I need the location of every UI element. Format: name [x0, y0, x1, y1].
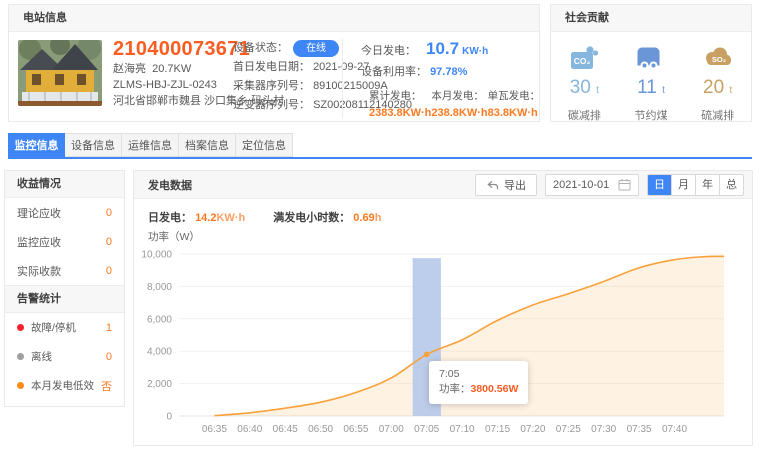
svg-text:0: 0	[166, 412, 172, 423]
offline-dot-icon	[17, 353, 24, 360]
svg-text:CO₂: CO₂	[574, 56, 591, 66]
date-picker[interactable]: 2021-10-01	[545, 174, 639, 196]
power-area-chart[interactable]: 0 2,000 4,000 6,000 8,000 10,000 06:35 06:40 06:…	[142, 241, 746, 441]
so2-reduction-item: SO₂ 20 t 硫减排	[687, 41, 749, 123]
calendar-icon	[618, 178, 631, 191]
co2-value: 30 t	[553, 78, 615, 101]
export-button[interactable]: 导出	[475, 174, 537, 196]
chart-panel-title: 发电数据	[148, 177, 475, 193]
svg-text:07:00: 07:00	[379, 424, 404, 435]
offline-row: 离线 0	[5, 342, 124, 371]
fault-shutdown-row: 故障/停机 1	[5, 313, 124, 342]
low-efficiency-row: 本月发电低效 否	[5, 371, 124, 400]
social-contribution-panel: 社会贡献 CO₂ 30 t 碳减排	[550, 4, 752, 122]
summary-sidebar: 收益情况 理论应收 0 监控应收 0 实际收款 0 告警统计 故障/停机 1 离…	[4, 170, 125, 407]
per-watt-generation-stat: 单瓦发电： 83.8KW·h	[488, 88, 541, 119]
column-divider	[342, 38, 343, 119]
svg-text:07:20: 07:20	[520, 424, 545, 435]
generation-data-panel: 发电数据 导出 2021-10-01 日 月	[133, 170, 753, 446]
range-day-button[interactable]: 日	[648, 175, 671, 195]
actual-income-row: 实际收款 0	[5, 256, 124, 285]
coal-saving-truck-icon	[634, 41, 668, 75]
tab-operation-info[interactable]: 运维信息	[122, 133, 179, 157]
svg-text:06:35: 06:35	[202, 424, 227, 435]
owner-name: 赵海亮	[113, 63, 146, 75]
co2-reduction-item: CO₂ 30 t 碳减排	[553, 41, 615, 123]
station-photo	[18, 40, 102, 106]
station-capacity: 20.7KW	[152, 63, 191, 75]
export-arrow-icon	[486, 179, 499, 191]
svg-text:07:05: 07:05	[414, 424, 439, 435]
svg-text:06:40: 06:40	[237, 424, 262, 435]
device-utilization: 设备利用率： 97.78%	[361, 65, 537, 80]
info-tabs: 监控信息 设备信息 运维信息 档案信息 定位信息	[8, 133, 293, 158]
tabs-active-underline	[8, 157, 752, 159]
monitored-income-row: 监控应收 0	[5, 227, 124, 256]
today-generation-value: 10.7	[426, 39, 459, 59]
tab-archive-info[interactable]: 档案信息	[179, 133, 236, 157]
station-info-panel: 电站信息 210400073671	[8, 4, 540, 122]
coal-label: 节约煤	[620, 107, 682, 123]
alarm-section-title: 告警统计	[5, 285, 124, 313]
coal-value: 11 t	[620, 78, 682, 101]
house-photo-illustration	[18, 40, 102, 106]
svg-text:06:55: 06:55	[343, 424, 368, 435]
station-panel-title: 电站信息	[9, 5, 539, 32]
daily-generation-stat: 日发电： 14.2KW·h	[148, 209, 245, 225]
low-efficiency-dot-icon	[17, 382, 24, 389]
theoretical-income-row: 理论应收 0	[5, 198, 124, 227]
online-status-badge: 在线	[293, 40, 339, 57]
so2-label: 硫减排	[687, 107, 749, 123]
so2-reduction-icon: SO₂	[701, 41, 735, 75]
range-toggle-group: 日 月 年 总	[647, 174, 744, 196]
solar-station-dashboard: 电站信息 210400073671	[0, 0, 760, 457]
social-panel-title: 社会贡献	[551, 5, 751, 32]
today-generation: 今日发电： 10.7 KW·h	[361, 39, 537, 61]
tab-location-info[interactable]: 定位信息	[236, 133, 293, 157]
svg-text:6,000: 6,000	[147, 314, 172, 325]
fault-dot-icon	[17, 324, 24, 331]
tab-device-info[interactable]: 设备信息	[65, 133, 122, 157]
svg-text:06:50: 06:50	[308, 424, 333, 435]
income-section-title: 收益情况	[5, 171, 124, 198]
full-power-hours-stat: 满发电小时数： 0.69h	[273, 209, 381, 225]
coal-saving-item: 11 t 节约煤	[620, 41, 682, 123]
co2-label: 碳减排	[553, 107, 615, 123]
svg-text:8,000: 8,000	[147, 282, 172, 293]
range-month-button[interactable]: 月	[671, 175, 695, 195]
svg-text:07:40: 07:40	[662, 424, 687, 435]
svg-text:07:30: 07:30	[591, 424, 616, 435]
total-generation-stat: 累计发电： 2383.8KW·h	[369, 88, 431, 119]
svg-text:4,000: 4,000	[147, 347, 172, 358]
svg-text:07:35: 07:35	[627, 424, 652, 435]
svg-text:2,000: 2,000	[147, 379, 172, 390]
so2-value: 20 t	[687, 78, 749, 101]
svg-text:07:25: 07:25	[556, 424, 581, 435]
range-year-button[interactable]: 年	[695, 175, 719, 195]
range-total-button[interactable]: 总	[719, 175, 743, 195]
month-generation-stat: 本月发电： 238.8KW·h	[431, 88, 487, 119]
svg-text:07:10: 07:10	[450, 424, 475, 435]
tab-monitoring-info[interactable]: 监控信息	[8, 133, 65, 157]
svg-text:10,000: 10,000	[142, 250, 172, 261]
co2-reduction-icon: CO₂	[567, 41, 601, 75]
svg-text:06:45: 06:45	[273, 424, 298, 435]
date-value: 2021-10-01	[553, 179, 609, 191]
svg-text:07:15: 07:15	[485, 424, 510, 435]
utilization-value: 97.78%	[430, 66, 467, 78]
svg-text:SO₂: SO₂	[712, 55, 726, 64]
